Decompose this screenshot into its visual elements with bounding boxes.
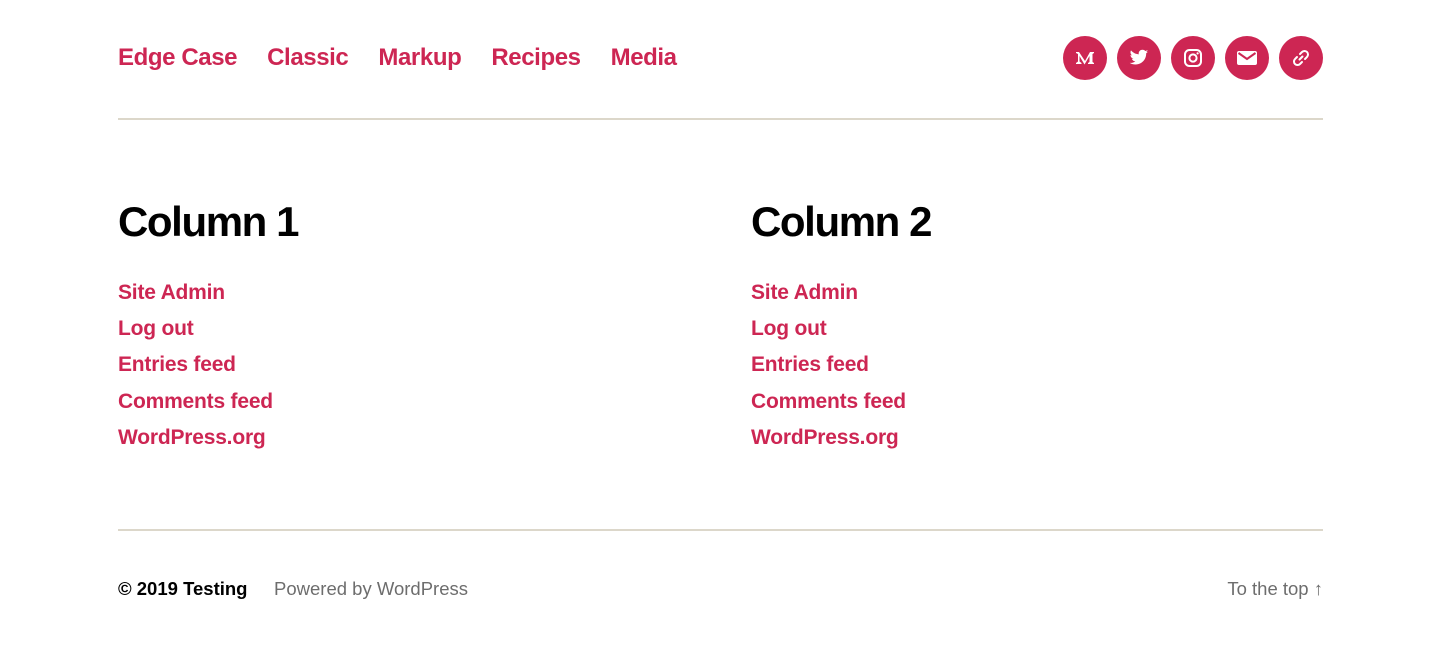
list-item: Site Admin bbox=[751, 276, 1311, 312]
social-email-button[interactable] bbox=[1225, 36, 1269, 80]
footer-copyright[interactable]: © 2019 Testing bbox=[118, 577, 247, 601]
social-link-button[interactable] bbox=[1279, 36, 1323, 80]
comments-feed-link[interactable]: Comments feed bbox=[751, 390, 906, 413]
entries-feed-link[interactable]: Entries feed bbox=[751, 353, 869, 376]
site-admin-link[interactable]: Site Admin bbox=[751, 281, 858, 304]
widget-title: Column 2 bbox=[751, 198, 933, 245]
log-out-link[interactable]: Log out bbox=[118, 317, 194, 340]
list-item: Entries feed bbox=[751, 348, 1311, 384]
social-menu bbox=[1063, 36, 1323, 80]
widget-title: Column 1 bbox=[118, 198, 300, 245]
entries-feed-link[interactable]: Entries feed bbox=[118, 353, 236, 376]
menu-item-classic[interactable]: Classic bbox=[267, 42, 349, 74]
link-icon bbox=[1291, 48, 1311, 68]
social-instagram-button[interactable] bbox=[1171, 36, 1215, 80]
to-the-top-link[interactable]: To the top ↑ bbox=[1227, 577, 1323, 601]
menu-item-media[interactable]: Media bbox=[611, 42, 677, 74]
site-admin-link[interactable]: Site Admin bbox=[118, 281, 225, 304]
comments-feed-link[interactable]: Comments feed bbox=[118, 390, 273, 413]
social-medium-button[interactable] bbox=[1063, 36, 1107, 80]
wordpress-org-link[interactable]: WordPress.org bbox=[118, 426, 266, 449]
instagram-icon bbox=[1183, 48, 1203, 68]
list-item: Comments feed bbox=[751, 385, 1311, 421]
medium-icon bbox=[1075, 49, 1095, 67]
list-item: Log out bbox=[118, 312, 678, 348]
social-twitter-button[interactable] bbox=[1117, 36, 1161, 80]
widget-column-2: Column 2 Site Admin Log out Entries feed… bbox=[751, 198, 1311, 457]
header-navigation: Edge Case Classic Markup Recipes Media bbox=[118, 0, 1323, 120]
list-item: WordPress.org bbox=[118, 421, 678, 457]
widget-column-1: Column 1 Site Admin Log out Entries feed… bbox=[118, 198, 678, 457]
twitter-icon bbox=[1129, 49, 1149, 67]
menu-item-edge-case[interactable]: Edge Case bbox=[118, 42, 238, 74]
list-item: Site Admin bbox=[118, 276, 678, 312]
meta-links: Site Admin Log out Entries feed Comments… bbox=[751, 276, 1311, 457]
log-out-link[interactable]: Log out bbox=[751, 317, 827, 340]
wordpress-org-link[interactable]: WordPress.org bbox=[751, 426, 899, 449]
list-item: WordPress.org bbox=[751, 421, 1311, 457]
footer-widgets: Column 1 Site Admin Log out Entries feed… bbox=[118, 120, 1323, 530]
list-item: Log out bbox=[751, 312, 1311, 348]
mail-icon bbox=[1236, 50, 1258, 66]
meta-links: Site Admin Log out Entries feed Comments… bbox=[118, 276, 678, 457]
site-footer: © 2019 Testing Powered by WordPress To t… bbox=[118, 529, 1323, 647]
menu-item-recipes[interactable]: Recipes bbox=[491, 42, 581, 74]
list-item: Entries feed bbox=[118, 348, 678, 384]
primary-menu: Edge Case Classic Markup Recipes Media bbox=[118, 42, 677, 74]
list-item: Comments feed bbox=[118, 385, 678, 421]
menu-item-markup[interactable]: Markup bbox=[378, 42, 461, 74]
powered-by-link[interactable]: Powered by WordPress bbox=[274, 577, 468, 601]
